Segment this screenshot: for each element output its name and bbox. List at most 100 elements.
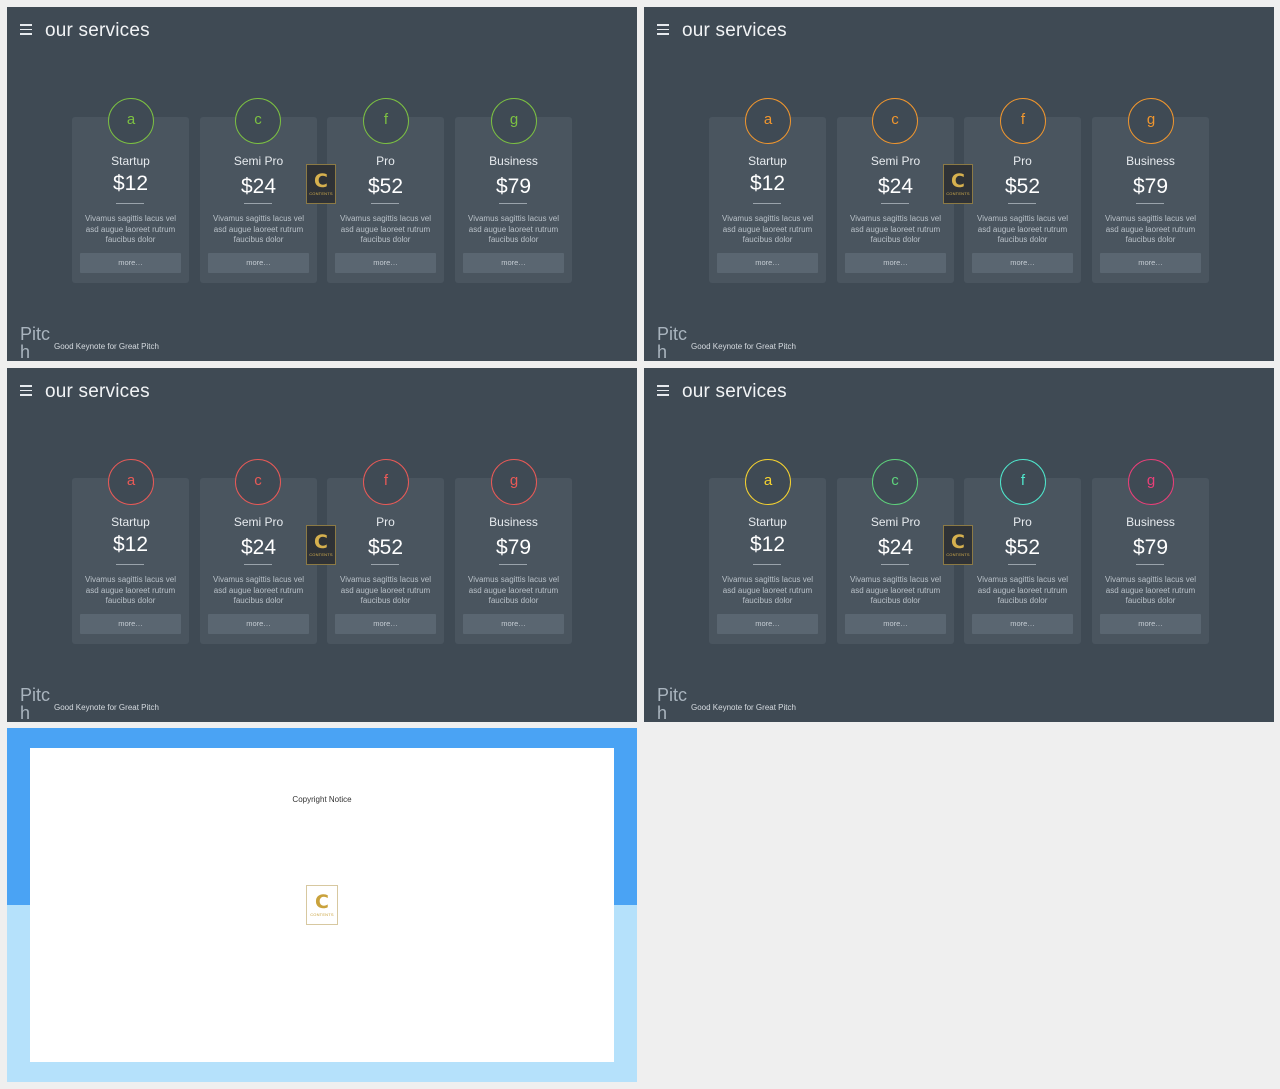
plan-description: Vivamus sagittis lacus vel asd augue lao… — [340, 575, 431, 605]
contents-logo: C CONTENTS — [306, 885, 338, 925]
plan-name: Semi Pro — [233, 515, 284, 529]
plan-description: Vivamus sagittis lacus vel asd augue lao… — [85, 575, 176, 605]
contents-badge-letter: C — [314, 531, 328, 553]
price-divider — [881, 203, 909, 204]
plan-name: Startup — [111, 154, 150, 168]
contents-badge-text: CONTENTS — [309, 552, 333, 557]
brand-logo: Pitch — [657, 324, 688, 361]
contents-badge-text: CONTENTS — [946, 191, 970, 196]
plan-name: Startup — [748, 154, 787, 168]
contents-badge-text: CONTENTS — [309, 191, 333, 196]
plan-icon: a — [745, 459, 791, 505]
menu-icon[interactable] — [20, 385, 32, 396]
price-divider — [1008, 203, 1036, 204]
plan-name: Business — [1126, 154, 1175, 168]
more-button[interactable]: more… — [845, 614, 946, 634]
slide-title: our services — [45, 381, 150, 402]
more-button[interactable]: more… — [717, 253, 818, 273]
services-slide: our services a Startup $12 Vivamus sagittis … — [7, 7, 637, 361]
plan-price: $79 — [495, 175, 532, 198]
plan-icon: f — [363, 98, 409, 144]
plan-description: Vivamus sagittis lacus vel asd augue lao… — [468, 214, 559, 244]
more-button[interactable]: more… — [463, 253, 564, 273]
plan-icon: f — [1000, 459, 1046, 505]
plan-price: $79 — [1132, 175, 1169, 198]
plan-name: Pro — [1013, 515, 1032, 529]
plan-name: Business — [1126, 515, 1175, 529]
plan-description: Vivamus sagittis lacus vel asd augue lao… — [977, 575, 1068, 605]
plan-name: Pro — [376, 515, 395, 529]
more-button[interactable]: more… — [208, 253, 309, 273]
menu-icon[interactable] — [657, 385, 669, 396]
plan-name: Pro — [376, 154, 395, 168]
price-divider — [1008, 564, 1036, 565]
plan-name: Semi Pro — [870, 154, 921, 168]
plan-description: Vivamus sagittis lacus vel asd augue lao… — [85, 214, 176, 244]
plan-price: $52 — [1004, 536, 1041, 559]
plan-name: Semi Pro — [870, 515, 921, 529]
plan-price: $12 — [112, 533, 149, 556]
price-divider — [499, 564, 527, 565]
more-button[interactable]: more… — [1100, 614, 1201, 634]
services-slide: our services a Startup $12 Vivamus sagittis … — [644, 368, 1274, 722]
more-button[interactable]: more… — [80, 253, 181, 273]
copyright-panel: Copyright Notice C CONTENTS — [30, 748, 614, 1062]
plan-price: $12 — [749, 172, 786, 195]
menu-icon[interactable] — [20, 24, 32, 35]
plan-icon: a — [745, 98, 791, 144]
plan-icon: c — [872, 459, 918, 505]
contents-badge-letter: C — [314, 170, 328, 192]
price-divider — [753, 203, 781, 204]
price-divider — [1136, 203, 1164, 204]
price-divider — [371, 203, 399, 204]
plan-name: Startup — [748, 515, 787, 529]
plan-price: $52 — [1004, 175, 1041, 198]
contents-logo-letter: C — [315, 891, 329, 913]
more-button[interactable]: more… — [1100, 253, 1201, 273]
price-divider — [116, 203, 144, 204]
more-button[interactable]: more… — [845, 253, 946, 273]
plan-price: $12 — [112, 172, 149, 195]
plan-description: Vivamus sagittis lacus vel asd augue lao… — [1105, 214, 1196, 244]
plan-icon: g — [491, 459, 537, 505]
tagline: Good Keynote for Great Pitch — [691, 342, 796, 351]
plan-name: Business — [489, 515, 538, 529]
more-button[interactable]: more… — [972, 253, 1073, 273]
plan-description: Vivamus sagittis lacus vel asd augue lao… — [977, 214, 1068, 244]
more-button[interactable]: more… — [80, 614, 181, 634]
contents-badge-letter: C — [951, 531, 965, 553]
price-divider — [753, 564, 781, 565]
plan-price: $52 — [367, 175, 404, 198]
slide-title: our services — [682, 20, 787, 41]
plan-name: Semi Pro — [233, 154, 284, 168]
plan-name: Business — [489, 154, 538, 168]
slide-title: our services — [45, 20, 150, 41]
more-button[interactable]: more… — [972, 614, 1073, 634]
contents-badge-text: CONTENTS — [946, 552, 970, 557]
menu-icon[interactable] — [657, 24, 669, 35]
plan-price: $12 — [749, 533, 786, 556]
more-button[interactable]: more… — [463, 614, 564, 634]
plan-description: Vivamus sagittis lacus vel asd augue lao… — [468, 575, 559, 605]
price-divider — [244, 564, 272, 565]
contents-logo-text: CONTENTS — [310, 912, 334, 917]
price-divider — [1136, 564, 1164, 565]
plan-price: $79 — [1132, 536, 1169, 559]
more-button[interactable]: more… — [335, 253, 436, 273]
plan-description: Vivamus sagittis lacus vel asd augue lao… — [1105, 575, 1196, 605]
plan-icon: f — [363, 459, 409, 505]
more-button[interactable]: more… — [717, 614, 818, 634]
plan-icon: g — [1128, 98, 1174, 144]
plan-description: Vivamus sagittis lacus vel asd augue lao… — [213, 575, 304, 605]
price-divider — [244, 203, 272, 204]
services-slide: our services a Startup $12 Vivamus sagittis … — [644, 7, 1274, 361]
more-button[interactable]: more… — [208, 614, 309, 634]
price-divider — [371, 564, 399, 565]
plan-description: Vivamus sagittis lacus vel asd augue lao… — [722, 214, 813, 244]
plan-icon: a — [108, 459, 154, 505]
copyright-slide: Copyright Notice C CONTENTS — [7, 728, 637, 1082]
plan-price: $24 — [877, 536, 914, 559]
plan-description: Vivamus sagittis lacus vel asd augue lao… — [213, 214, 304, 244]
more-button[interactable]: more… — [335, 614, 436, 634]
plan-price: $24 — [240, 536, 277, 559]
